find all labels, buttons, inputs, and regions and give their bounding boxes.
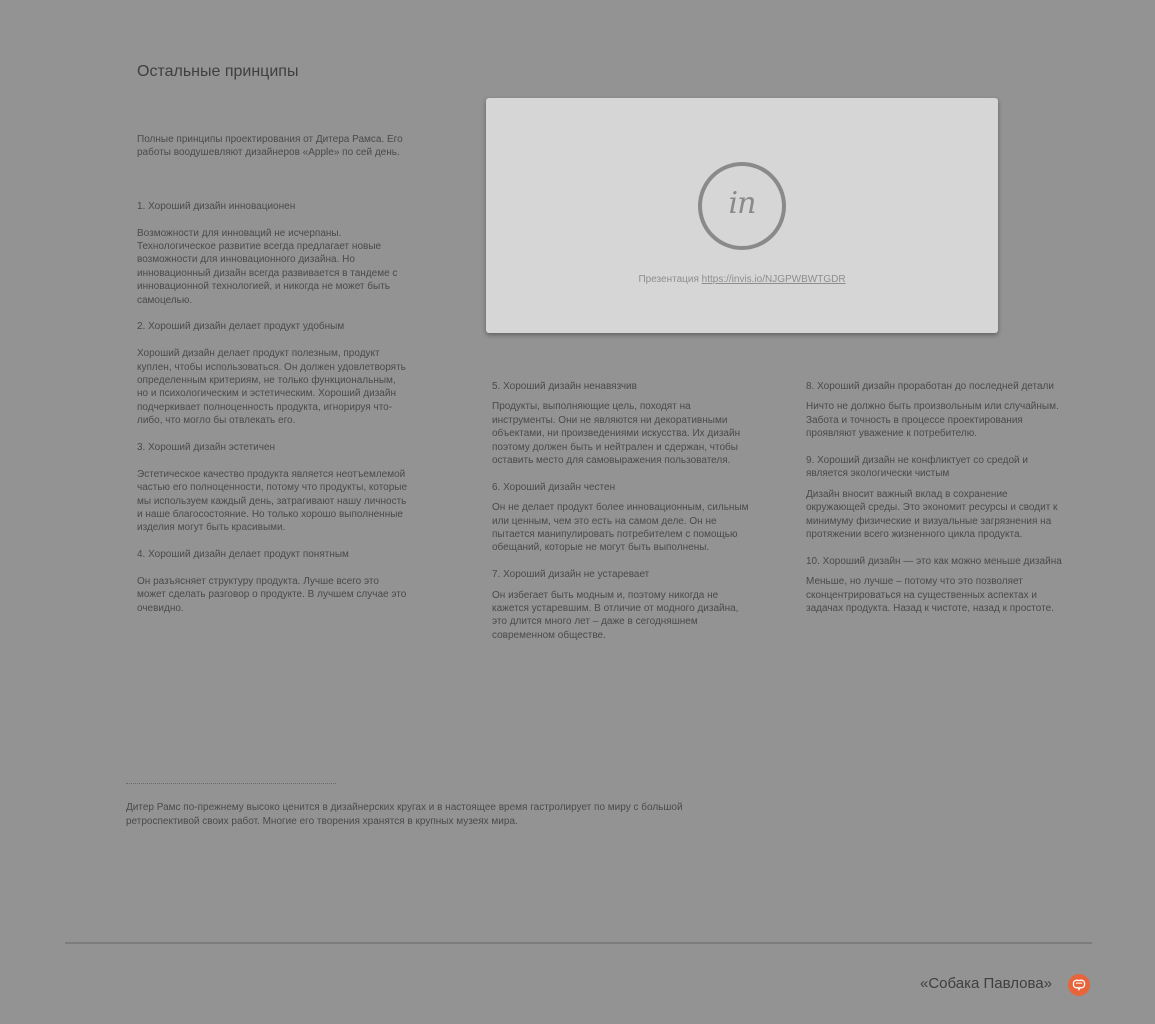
footer-divider	[65, 942, 1092, 944]
principle-text: Меньше, но лучше – потому что это позвол…	[806, 576, 1054, 615]
principle-text: Ничто не должно быть произвольным или сл…	[806, 401, 1059, 440]
principle-6: 6. Хороший дизайн честен Он не делает пр…	[492, 481, 754, 555]
invision-logo-icon[interactable]: in	[698, 162, 786, 250]
principle-5: 5. Хороший дизайн ненавязчив Продукты, в…	[492, 380, 754, 467]
principle-7: 7. Хороший дизайн не устаревает Он избег…	[492, 568, 754, 642]
intro-text: Полные принципы проектирования от Дитера…	[137, 134, 403, 159]
principle-title: 9. Хороший дизайн не конфликтует со сред…	[806, 455, 1029, 480]
section-title: Остальные принципы	[137, 63, 299, 80]
principle-3: 3. Хороший дизайн эстетичен Эстетическое…	[137, 441, 409, 535]
principle-text: Хороший дизайн делает продукт полезным, …	[137, 348, 406, 427]
principle-title: 7. Хороший дизайн не устаревает	[492, 569, 650, 581]
principle-text: Он разъясняет структуру продукта. Лучше …	[137, 576, 407, 614]
principle-10: 10. Хороший дизайн — это как можно меньш…	[806, 555, 1064, 616]
brain-icon	[1072, 979, 1086, 991]
prototype-caption: Презентация https://invis.io/NJGPWBWTGDR	[486, 274, 998, 285]
principle-text: Возможности для инноваций не исчерпаны. …	[137, 227, 398, 306]
principle-title: 4. Хороший дизайн делает продукт понятны…	[137, 549, 349, 561]
principle-text: Продукты, выполняющие цель, походят на и…	[492, 401, 741, 467]
principle-title: 1. Хороший дизайн инновационен	[137, 200, 296, 212]
principles-column-3: 8. Хороший дизайн проработан до последне…	[806, 380, 1064, 629]
principle-title: 10. Хороший дизайн — это как можно меньш…	[806, 555, 1062, 567]
principle-9: 9. Хороший дизайн не конфликтует со сред…	[806, 454, 1064, 541]
principle-title: 3. Хороший дизайн эстетичен	[137, 442, 276, 454]
principle-8: 8. Хороший дизайн проработан до последне…	[806, 380, 1064, 441]
principle-text: Дизайн вносит важный вклад в сохранение …	[806, 488, 1058, 541]
invision-logo-text: in	[728, 186, 757, 221]
principles-column-2: 5. Хороший дизайн ненавязчив Продукты, в…	[492, 380, 754, 656]
principle-text: Эстетическое качество продукта является …	[137, 468, 408, 534]
principles-column-1: Полные принципы проектирования от Дитера…	[137, 133, 409, 629]
principle-2: 2. Хороший дизайн делает продукт удобным…	[137, 320, 409, 427]
footnote-text: Дитер Рамс по-прежнему высоко ценится в …	[126, 802, 683, 827]
principle-4: 4. Хороший дизайн делает продукт понятны…	[137, 548, 409, 615]
principle-title: 6. Хороший дизайн честен	[492, 481, 616, 493]
principle-1: 1. Хороший дизайн инновационен Возможнос…	[137, 200, 409, 307]
invision-prototype-embed[interactable]: in Презентация https://invis.io/NJGPWBWT…	[486, 98, 998, 333]
principle-title: 8. Хороший дизайн проработан до последне…	[806, 381, 1054, 392]
principle-text: Он избегает быть модным и, поэтому никог…	[492, 589, 739, 641]
pavlov-dog-logo-icon[interactable]	[1068, 974, 1090, 996]
footnote-divider	[126, 783, 336, 784]
principle-title: 5. Хороший дизайн ненавязчив	[492, 381, 637, 392]
principle-title: 2. Хороший дизайн делает продукт удобным	[137, 321, 345, 333]
prototype-link[interactable]: https://invis.io/NJGPWBWTGDR	[702, 274, 846, 285]
brand-name[interactable]: «Собака Павлова»	[920, 975, 1052, 992]
prototype-caption-label: Презентация	[638, 274, 702, 285]
principle-text: Он не делает продукт более инновационным…	[492, 502, 749, 554]
